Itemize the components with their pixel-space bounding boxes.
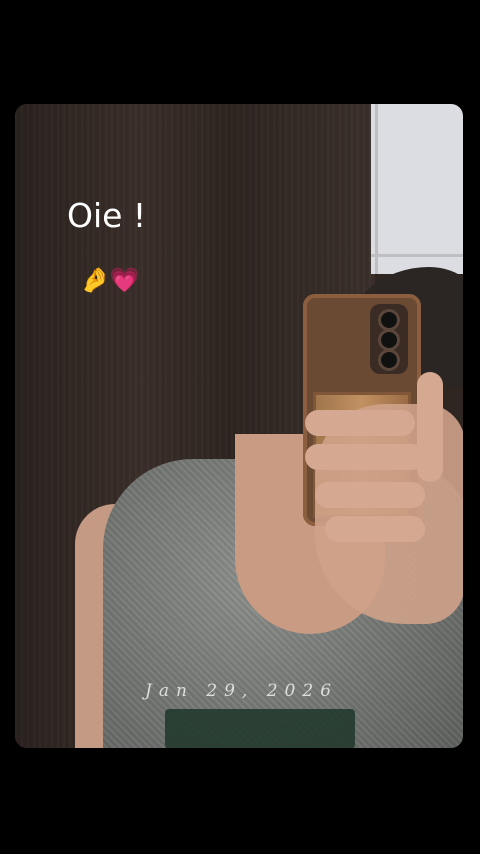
tile-grout (375, 104, 378, 274)
caption-text: Oie ! (67, 196, 147, 235)
shirt-print (165, 709, 355, 748)
camera-lens (381, 332, 397, 348)
thumb (417, 372, 443, 482)
finger (325, 516, 425, 542)
finger (305, 410, 415, 436)
tile-grout-horizontal (371, 254, 463, 257)
date-stamp: Jan 29, 2026 (145, 681, 339, 701)
emoji-sticker: 🤌💗 (80, 266, 140, 294)
finger (315, 482, 425, 508)
camera-lens (381, 312, 397, 328)
camera-lens (381, 352, 397, 368)
wall-tile (371, 104, 463, 274)
finger (305, 444, 425, 470)
